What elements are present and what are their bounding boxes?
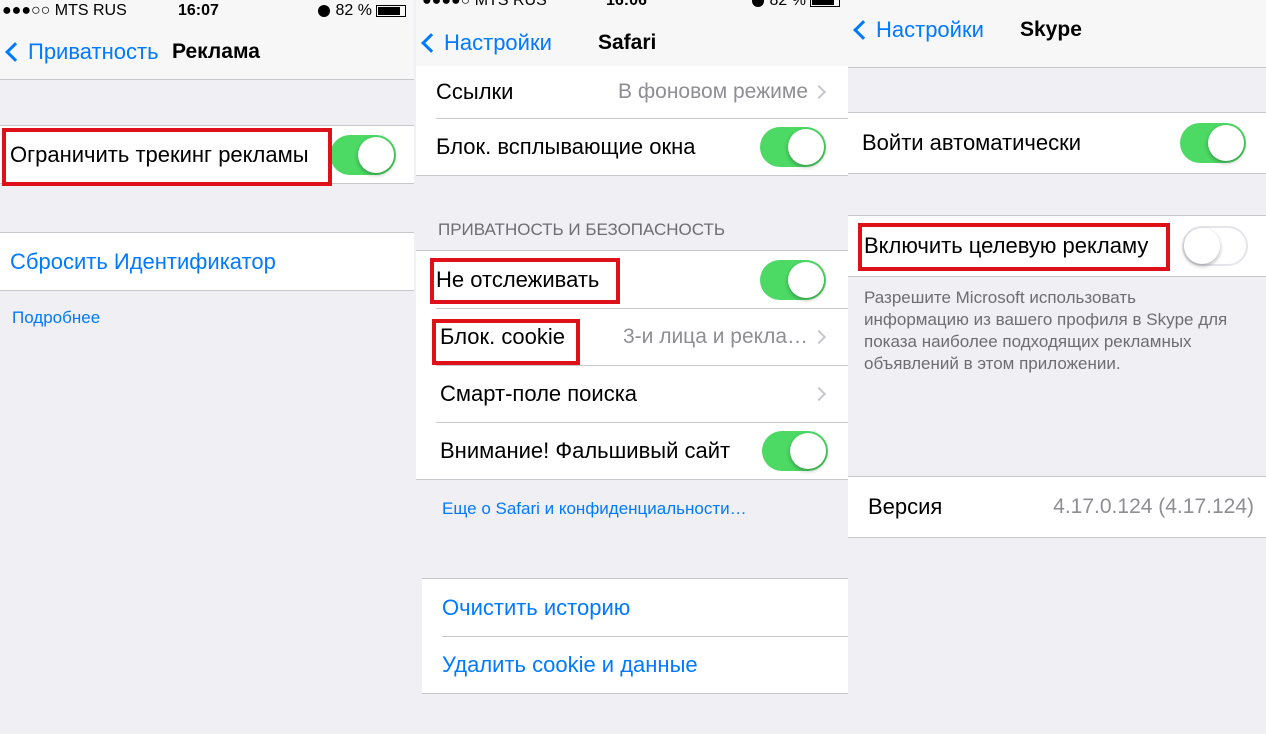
back-button[interactable]: Приватность [0,24,159,79]
auto-login-label: Войти автоматически [862,130,1082,155]
reset-id-row[interactable]: Сбросить Идентификатор [0,233,414,290]
battery-icon [376,4,406,17]
auto-login-row: Войти автоматически [848,113,1266,173]
clear-history-row[interactable]: Очистить историю [422,579,848,636]
alarm-icon [317,4,330,17]
popup-block-label: Блок. всплывающие окна [436,133,696,159]
popup-block-toggle[interactable] [760,126,826,167]
general-group: Ссылки В фоновом режиме Блок. всплывающи… [416,66,848,176]
links-value: В фоновом режиме [618,80,808,103]
do-not-track-label: Не отслеживать [436,266,600,292]
chevron-left-icon [853,19,873,40]
auto-login-group: Войти автоматически [848,112,1266,174]
page-title: Skype [1020,17,1082,41]
fraud-warning-label: Внимание! Фальшивый сайт [440,437,731,463]
clock: 16:06 [606,0,647,9]
smart-search-label: Смарт-поле поиска [440,380,638,406]
block-cookies-value: 3-и лица и рекла… [622,324,808,348]
carrier-signal: ●●●●○ MTS RUS [422,0,547,9]
targeted-ads-description: Разрешите Microsoft использовать информа… [864,288,1228,373]
back-button[interactable]: Настройки [416,14,552,71]
page-title: Реклама [172,39,260,63]
limit-tracking-toggle[interactable] [330,134,396,175]
status-bar: ●●●●○ MTS RUS 16:06 82 % [416,0,848,14]
battery-status: 82 % [317,2,406,20]
ad-settings-panel: ●●●○○ MTS RUS 16:07 82 % Приватность Рек… [0,0,414,734]
chevron-right-icon [811,329,827,344]
chevron-right-icon [811,386,827,401]
auto-login-toggle[interactable] [1180,123,1246,163]
chevron-right-icon [811,84,827,100]
version-group: Версия 4.17.0.124 (4.17.124) [848,476,1266,538]
chevron-left-icon [5,41,25,62]
clear-data-group: Очистить историю Удалить cookie и данные [422,578,848,694]
safari-privacy-link[interactable]: Еще о Safari и конфиденциальности… [442,499,747,519]
links-label: Ссылки [436,79,514,104]
nav-bar: Настройки Skype [848,0,1266,68]
page-title: Safari [598,30,657,54]
targeted-ads-label: Включить целевую рекламу [864,233,1149,258]
targeted-ads-row: Включить целевую рекламу [848,216,1266,276]
popup-block-row: Блок. всплывающие окна [416,118,848,175]
version-row: Версия 4.17.0.124 (4.17.124) [848,477,1266,537]
carrier-signal: ●●●○○ MTS RUS [2,2,127,19]
privacy-group: Не отслеживать Блок. cookie 3-и лица и р… [416,250,848,480]
limit-tracking-row: Ограничить трекинг рекламы [0,126,414,183]
clock: 16:07 [178,2,219,19]
do-not-track-toggle[interactable] [760,259,826,300]
version-label: Версия [868,494,943,519]
smart-search-row[interactable]: Смарт-поле поиска [416,365,848,422]
nav-bar: Настройки Safari [416,14,848,72]
fraud-warning-toggle[interactable] [762,430,828,471]
safari-settings-panel: ●●●●○ MTS RUS 16:06 82 % Настройки Safar… [416,0,848,734]
status-bar: ●●●○○ MTS RUS 16:07 82 % [0,0,414,24]
links-row[interactable]: Ссылки В фоновом режиме [416,66,848,118]
block-cookies-row[interactable]: Блок. cookie 3-и лица и рекла… [416,308,848,365]
privacy-section-header: ПРИВАТНОСТЬ И БЕЗОПАСНОСТЬ [438,220,725,239]
learn-more-link[interactable]: Подробнее [12,308,100,328]
clear-cookies-row[interactable]: Удалить cookie и данные [422,636,848,693]
targeted-ads-toggle[interactable] [1182,226,1248,266]
version-value: 4.17.0.124 (4.17.124) [1053,495,1254,518]
back-button[interactable]: Настройки [848,0,984,63]
clear-cookies-button[interactable]: Удалить cookie и данные [442,652,698,678]
battery-icon [810,0,840,7]
fraud-warning-row: Внимание! Фальшивый сайт [416,422,848,479]
battery-status: 82 % [751,0,840,10]
nav-bar: Приватность Реклама [0,24,414,80]
clear-history-button[interactable]: Очистить историю [442,595,630,621]
skype-settings-panel: Настройки Skype Войти автоматически Вклю… [848,0,1266,734]
targeted-ads-group: Включить целевую рекламу [848,215,1266,277]
chevron-left-icon [421,32,441,53]
reset-id-group: Сбросить Идентификатор [0,232,414,291]
do-not-track-row: Не отслеживать [416,251,848,308]
alarm-icon [751,0,764,7]
limit-tracking-label: Ограничить трекинг рекламы [10,141,309,167]
reset-id-button[interactable]: Сбросить Идентификатор [10,249,276,275]
block-cookies-label: Блок. cookie [440,323,565,349]
limit-tracking-group: Ограничить трекинг рекламы [0,125,414,184]
